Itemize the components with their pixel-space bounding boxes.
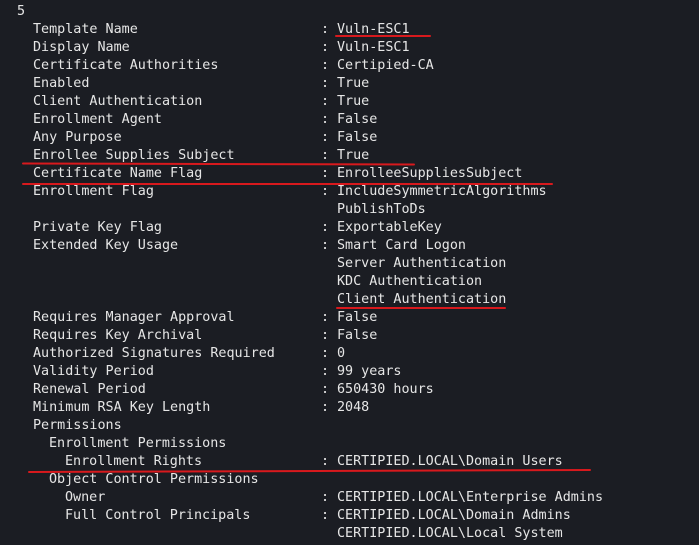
key-value-separator: : xyxy=(321,490,330,505)
key-value-separator: : xyxy=(321,220,330,235)
property-value: Vuln-ESC1 xyxy=(337,40,410,55)
template-property-row: Minimum RSA Key Length:2048 xyxy=(0,399,699,417)
record-index-line: 5 xyxy=(0,3,699,21)
template-property-row: Renewal Period:650430 hours xyxy=(0,381,699,399)
property-value: 2048 xyxy=(337,400,370,415)
key-value-separator: : xyxy=(321,40,330,55)
key-value-separator: : xyxy=(321,238,330,253)
property-key: Certificate Authorities xyxy=(33,58,219,73)
property-key: Enrollment Rights xyxy=(65,454,203,469)
template-property-row: Object Control Permissions xyxy=(0,471,699,489)
property-key: Enrollment Flag xyxy=(33,184,154,199)
template-property-row: Enrollment Flag: IncludeSymmetricAlgorith… xyxy=(0,183,699,201)
template-property-row: Any Purpose: False xyxy=(0,129,699,147)
property-key: Object Control Permissions xyxy=(49,472,259,487)
property-value: Certipied-CA xyxy=(337,58,434,73)
property-key: Extended Key Usage xyxy=(33,238,179,253)
key-value-separator: : xyxy=(321,130,330,145)
template-property-row: Certificate Name Flag: EnrolleeSuppliesSu… xyxy=(0,165,699,183)
template-property-row: Owner: CERTIPIED.LOCAL\Enterprise Admins xyxy=(0,489,699,507)
property-key: Owner xyxy=(65,490,106,505)
template-property-row: Display Name: Vuln-ESC1 xyxy=(0,39,699,57)
property-key: Private Key Flag xyxy=(33,220,162,235)
underline-template-name xyxy=(335,35,431,37)
property-value: Server Authentication xyxy=(337,256,507,271)
underline-client-authentication xyxy=(336,307,506,309)
template-property-row: Enabled: True xyxy=(0,75,699,93)
property-key: Renewal Period xyxy=(33,382,146,397)
property-key: Validity Period xyxy=(33,364,154,379)
property-value: CERTIPIED.LOCAL\Domain Admins xyxy=(337,508,571,523)
property-key: Full Control Principals xyxy=(65,508,251,523)
key-value-separator: : xyxy=(321,22,330,37)
template-property-row: CERTIPIED.LOCAL\Local System xyxy=(0,525,699,543)
template-property-row: Client Authentication: True xyxy=(0,93,699,111)
key-value-separator: : xyxy=(321,328,330,343)
template-property-row: Enrollment Agent: False xyxy=(0,111,699,129)
property-key: Client Authentication xyxy=(33,94,203,109)
property-key: Authorized Signatures Required xyxy=(33,346,275,361)
template-property-row: Authorized Signatures Required:0 xyxy=(0,345,699,363)
template-property-row: Enrollment Permissions xyxy=(0,435,699,453)
property-value: IncludeSymmetricAlgorithms xyxy=(337,184,547,199)
key-value-separator: : xyxy=(321,58,330,73)
property-value: PublishToDs xyxy=(337,202,426,217)
property-key: Requires Key Archival xyxy=(33,328,203,343)
template-property-row: Enrollment Rights: CERTIPIED.LOCAL\Domain… xyxy=(0,453,699,471)
property-value: False xyxy=(337,310,378,325)
record-index: 5 xyxy=(17,4,26,19)
property-key: Permissions xyxy=(33,418,122,433)
property-value: CERTIPIED.LOCAL\Enterprise Admins xyxy=(337,490,604,505)
property-key: Enabled xyxy=(33,76,90,91)
template-property-row: PublishToDs xyxy=(0,201,699,219)
property-value: Smart Card Logon xyxy=(337,238,466,253)
key-value-separator: : xyxy=(321,184,330,199)
property-key: Minimum RSA Key Length xyxy=(33,400,211,415)
template-property-row: Permissions xyxy=(0,417,699,435)
property-value: True xyxy=(337,148,370,163)
terminal-output[interactable]: 5 Template Name: Vuln-ESC1 Display Name: Vu… xyxy=(0,0,699,545)
key-value-separator: : xyxy=(321,166,330,181)
property-value: True xyxy=(337,94,370,109)
property-value: ExportableKey xyxy=(337,220,442,235)
property-value: False xyxy=(337,130,378,145)
key-value-separator: : xyxy=(321,94,330,109)
template-property-row: Server Authentication xyxy=(0,255,699,273)
key-value-separator: : xyxy=(321,400,330,415)
property-value: False xyxy=(337,328,378,343)
template-property-row: Private Key Flag: ExportableKey xyxy=(0,219,699,237)
key-value-separator: : xyxy=(321,310,330,325)
key-value-separator: : xyxy=(321,76,330,91)
template-property-row: Full Control Principals: CERTIPIED.LOCAL\… xyxy=(0,507,699,525)
key-value-separator: : xyxy=(321,382,330,397)
property-key: Enrollment Agent xyxy=(33,112,162,127)
template-property-row: Certificate Authorities: Certipied-CA xyxy=(0,57,699,75)
property-value: True xyxy=(337,76,370,91)
property-value: CERTIPIED.LOCAL\Local System xyxy=(337,526,563,541)
property-value: False xyxy=(337,112,378,127)
key-value-separator: : xyxy=(321,364,330,379)
property-key: Template Name xyxy=(33,22,138,37)
template-property-row: Requires Manager Approval: False xyxy=(0,309,699,327)
property-key: Enrollment Permissions xyxy=(49,436,227,451)
key-value-separator: : xyxy=(321,346,330,361)
property-key: Certificate Name Flag xyxy=(33,166,203,181)
property-value: KDC Authentication xyxy=(337,274,483,289)
property-key: Any Purpose xyxy=(33,130,122,145)
template-property-row: KDC Authentication xyxy=(0,273,699,291)
key-value-separator: : xyxy=(321,508,330,523)
template-property-row: Extended Key Usage: Smart Card Logon xyxy=(0,237,699,255)
template-property-row: Validity Period:99 years xyxy=(0,363,699,381)
property-value: 0 xyxy=(337,346,346,361)
property-key: Requires Manager Approval xyxy=(33,310,235,325)
property-value: EnrolleeSuppliesSubject xyxy=(337,166,523,181)
property-value: 99 years xyxy=(337,364,402,379)
property-key: Display Name xyxy=(33,40,130,55)
template-property-row: Requires Key Archival: False xyxy=(0,327,699,345)
underline-certificate-name-flag xyxy=(22,183,553,185)
key-value-separator: : xyxy=(321,454,330,469)
property-value: 650430 hours xyxy=(337,382,434,397)
key-value-separator: : xyxy=(321,112,330,127)
